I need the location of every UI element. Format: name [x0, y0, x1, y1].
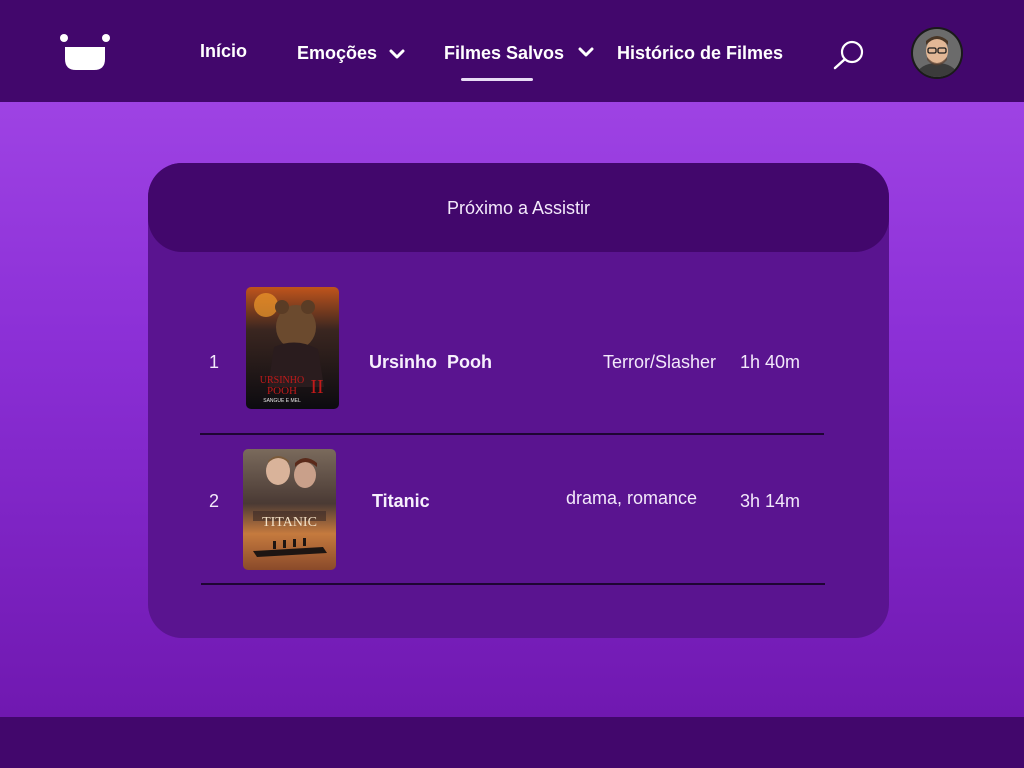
movie-poster-pooh[interactable]: URSINHO POOH II SANGUE E MEL	[246, 287, 339, 409]
movie-title[interactable]: Titanic	[372, 491, 430, 512]
movie-duration: 1h 40m	[740, 352, 801, 372]
top-navigation-bar: Início Emoções Filmes Salvos Histórico d…	[0, 0, 1024, 102]
movie-poster-titanic[interactable]: TITANIC	[243, 449, 336, 570]
nav-link-movie-history[interactable]: Histórico de Filmes	[617, 43, 783, 64]
nav-link-home[interactable]: Início	[200, 41, 247, 62]
avatar-image	[913, 29, 961, 77]
movie-title[interactable]: Ursinho Pooh	[369, 352, 492, 373]
poster-title-line2: POOH	[267, 385, 297, 397]
panel-header: Próximo a Assistir	[148, 163, 889, 252]
movie-genre: Terror/Slasher	[603, 352, 717, 372]
poster-title: TITANIC	[262, 515, 317, 530]
poster-image: URSINHO POOH II SANGUE E MEL	[246, 287, 339, 409]
poster-image: TITANIC	[243, 449, 336, 570]
footer-bar	[0, 717, 1024, 768]
nav-link-emotions[interactable]: Emoções	[297, 43, 377, 64]
chevron-down-icon[interactable]	[578, 46, 594, 58]
poster-subtitle: SANGUE E MEL	[263, 398, 301, 404]
movie-rank: 2	[209, 491, 220, 511]
row-divider	[200, 433, 824, 435]
user-avatar[interactable]	[911, 27, 963, 79]
movie-genre: drama, romance	[566, 488, 698, 508]
up-next-panel: Próximo a Assistir 1 URSINHO POOH II SAN…	[148, 163, 889, 638]
nav-link-saved-movies[interactable]: Filmes Salvos	[444, 43, 564, 64]
chevron-down-icon[interactable]	[389, 48, 405, 60]
movie-rank: 1	[209, 352, 220, 372]
panel-title: Próximo a Assistir	[446, 198, 591, 218]
poster-title-line3: II	[310, 376, 323, 398]
row-divider	[201, 583, 825, 585]
movie-duration: 3h 14m	[740, 491, 801, 511]
search-icon[interactable]	[830, 38, 868, 70]
active-tab-indicator	[461, 78, 533, 81]
smiley-logo-icon[interactable]	[58, 32, 112, 72]
